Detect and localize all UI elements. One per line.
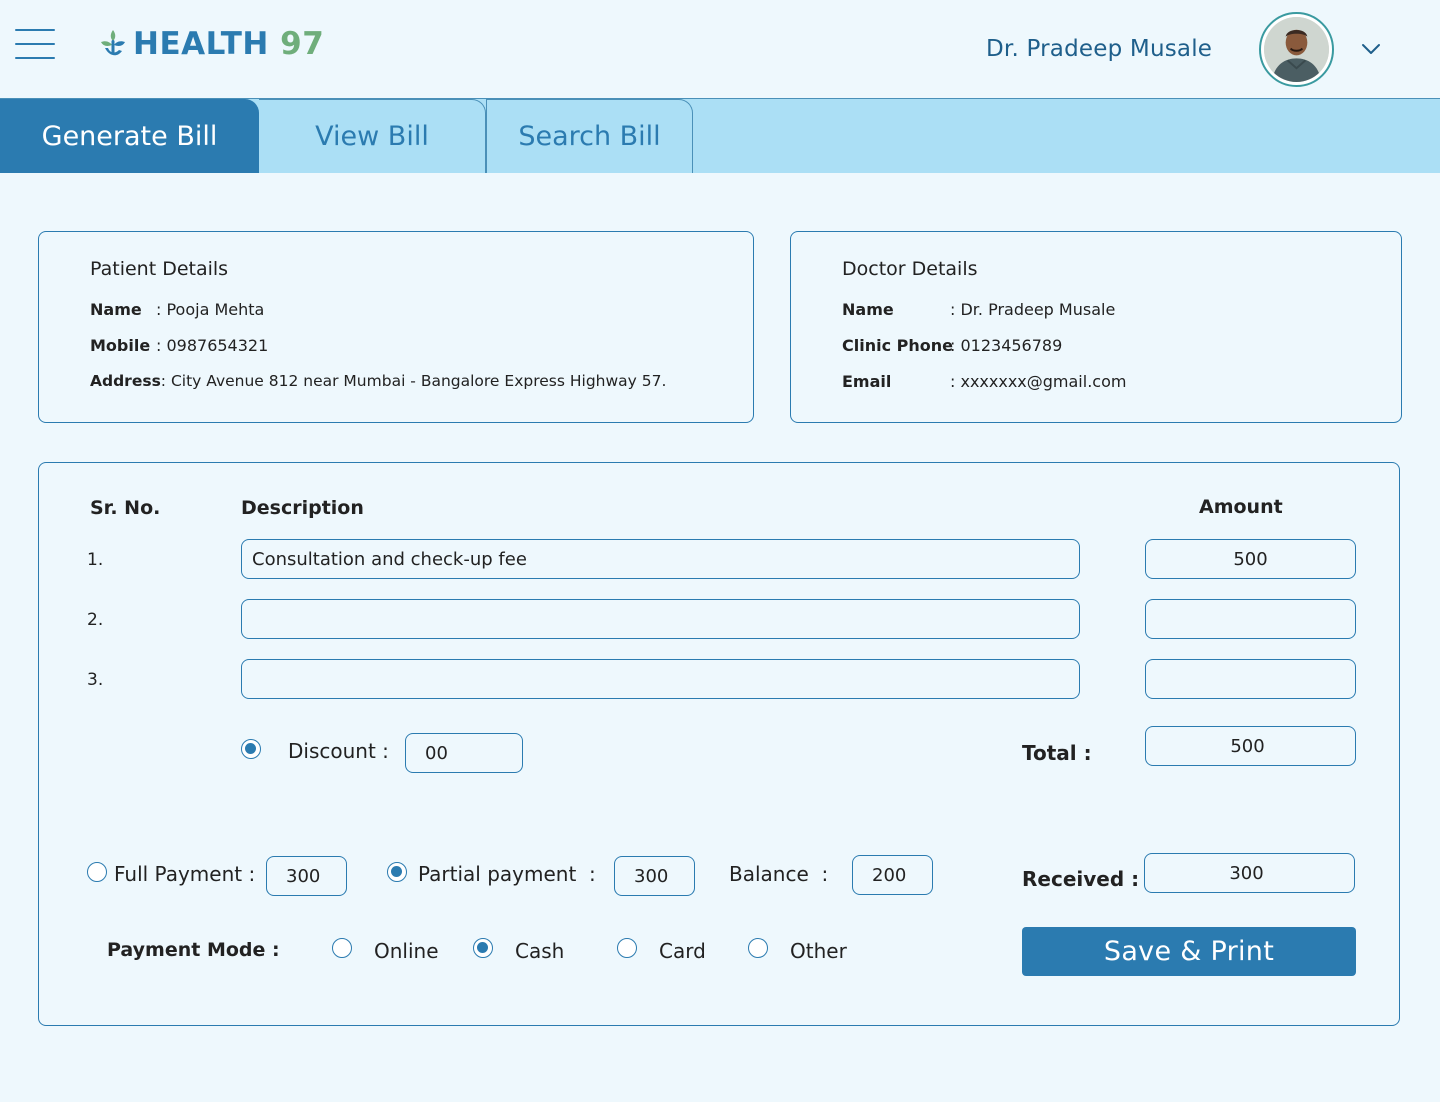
total-label: Total :: [1022, 741, 1092, 765]
row-1-amount-input[interactable]: 500: [1145, 539, 1356, 579]
patient-address-value: : City Avenue 812 near Mumbai - Bangalor…: [160, 372, 667, 390]
doctor-name-label: Name: [842, 300, 894, 319]
col-header-amount: Amount: [1199, 496, 1283, 518]
patient-mobile-label: Mobile: [90, 336, 151, 355]
chevron-down-icon[interactable]: [1360, 38, 1382, 60]
mode-card-radio[interactable]: [617, 938, 637, 958]
partial-payment-label: Partial payment :: [418, 862, 596, 886]
payment-mode-label: Payment Mode :: [107, 939, 280, 961]
row-2-description-input[interactable]: [241, 599, 1080, 639]
row-3-amount-input[interactable]: [1145, 659, 1356, 699]
full-payment-radio[interactable]: [87, 862, 107, 882]
doctor-phone-row: Clinic Phone: 0123456789: [842, 336, 1062, 355]
logo-icon: [101, 30, 125, 56]
balance-input[interactable]: 200: [852, 855, 933, 895]
menu-icon[interactable]: [15, 29, 55, 59]
mode-other-radio[interactable]: [748, 938, 768, 958]
patient-mobile-value: : 0987654321: [156, 336, 269, 355]
save-print-button[interactable]: Save & Print: [1022, 927, 1356, 976]
partial-payment-radio[interactable]: [387, 862, 407, 882]
doctor-name-value: : Dr. Pradeep Musale: [950, 300, 1116, 319]
patient-name-row: Name : Pooja Mehta: [90, 300, 264, 319]
logo-text: HEALTH 97: [133, 26, 324, 62]
doctor-email-value: : xxxxxxx@gmail.com: [950, 372, 1127, 391]
mode-cash-radio[interactable]: [473, 938, 493, 958]
balance-label: Balance :: [729, 862, 829, 886]
partial-payment-input[interactable]: 300: [614, 856, 695, 896]
discount-radio[interactable]: [241, 739, 261, 759]
patient-details-title: Patient Details: [90, 258, 229, 280]
doctor-email-row: Email : xxxxxxx@gmail.com: [842, 372, 1126, 391]
patient-name-value: : Pooja Mehta: [156, 300, 265, 319]
patient-address-label: Address: [90, 372, 161, 390]
row-1-description-input[interactable]: Consultation and check-up fee: [241, 539, 1080, 579]
full-payment-label: Full Payment :: [114, 862, 256, 886]
doctor-phone-value: : 0123456789: [950, 336, 1063, 355]
total-input[interactable]: 500: [1145, 726, 1356, 766]
mode-other-label: Other: [790, 939, 847, 963]
user-name: Dr. Pradeep Musale: [986, 36, 1213, 62]
discount-label: Discount :: [288, 739, 389, 763]
discount-input[interactable]: 00: [405, 733, 523, 773]
patient-name-label: Name: [90, 300, 142, 319]
app-header: HEALTH 97 Dr. Pradeep Musale: [0, 0, 1440, 99]
logo-word-number: 97: [280, 26, 325, 62]
logo-word-health: HEALTH: [133, 26, 269, 62]
app-logo: HEALTH 97: [95, 24, 324, 64]
patient-address-row: Address: City Avenue 812 near Mumbai - B…: [90, 372, 666, 390]
col-header-srno: Sr. No.: [90, 497, 161, 519]
avatar[interactable]: [1259, 12, 1334, 87]
col-header-description: Description: [241, 497, 364, 519]
doctor-details-card: Doctor Details Name: Dr. Pradeep Musale …: [790, 231, 1402, 423]
row-1-srno: 1.: [87, 550, 104, 570]
row-3-description-input[interactable]: [241, 659, 1080, 699]
patient-mobile-row: Mobile : 0987654321: [90, 336, 268, 355]
mode-online-radio[interactable]: [332, 938, 352, 958]
doctor-name-row: Name : Dr. Pradeep Musale: [842, 300, 1115, 319]
mode-card-label: Card: [659, 939, 706, 963]
doctor-email-label: Email: [842, 372, 892, 391]
doctor-phone-label: Clinic Phone: [842, 336, 953, 355]
row-2-amount-input[interactable]: [1145, 599, 1356, 639]
row-2-srno: 2.: [87, 610, 104, 630]
mode-cash-label: Cash: [515, 939, 565, 963]
tab-search-bill[interactable]: Search Bill: [486, 99, 693, 173]
patient-details-card: Patient Details Name : Pooja Mehta Mobile…: [38, 231, 754, 423]
tab-bar: Generate Bill View Bill Search Bill: [0, 99, 1440, 173]
avatar-portrait-icon: [1264, 17, 1329, 82]
tab-view-bill[interactable]: View Bill: [259, 99, 486, 173]
doctor-details-title: Doctor Details: [842, 258, 978, 280]
received-label: Received :: [1022, 867, 1140, 891]
tab-generate-bill[interactable]: Generate Bill: [0, 99, 259, 173]
mode-online-label: Online: [374, 939, 439, 963]
received-input[interactable]: 300: [1144, 853, 1355, 893]
row-3-srno: 3.: [87, 670, 104, 690]
full-payment-input[interactable]: 300: [266, 856, 347, 896]
